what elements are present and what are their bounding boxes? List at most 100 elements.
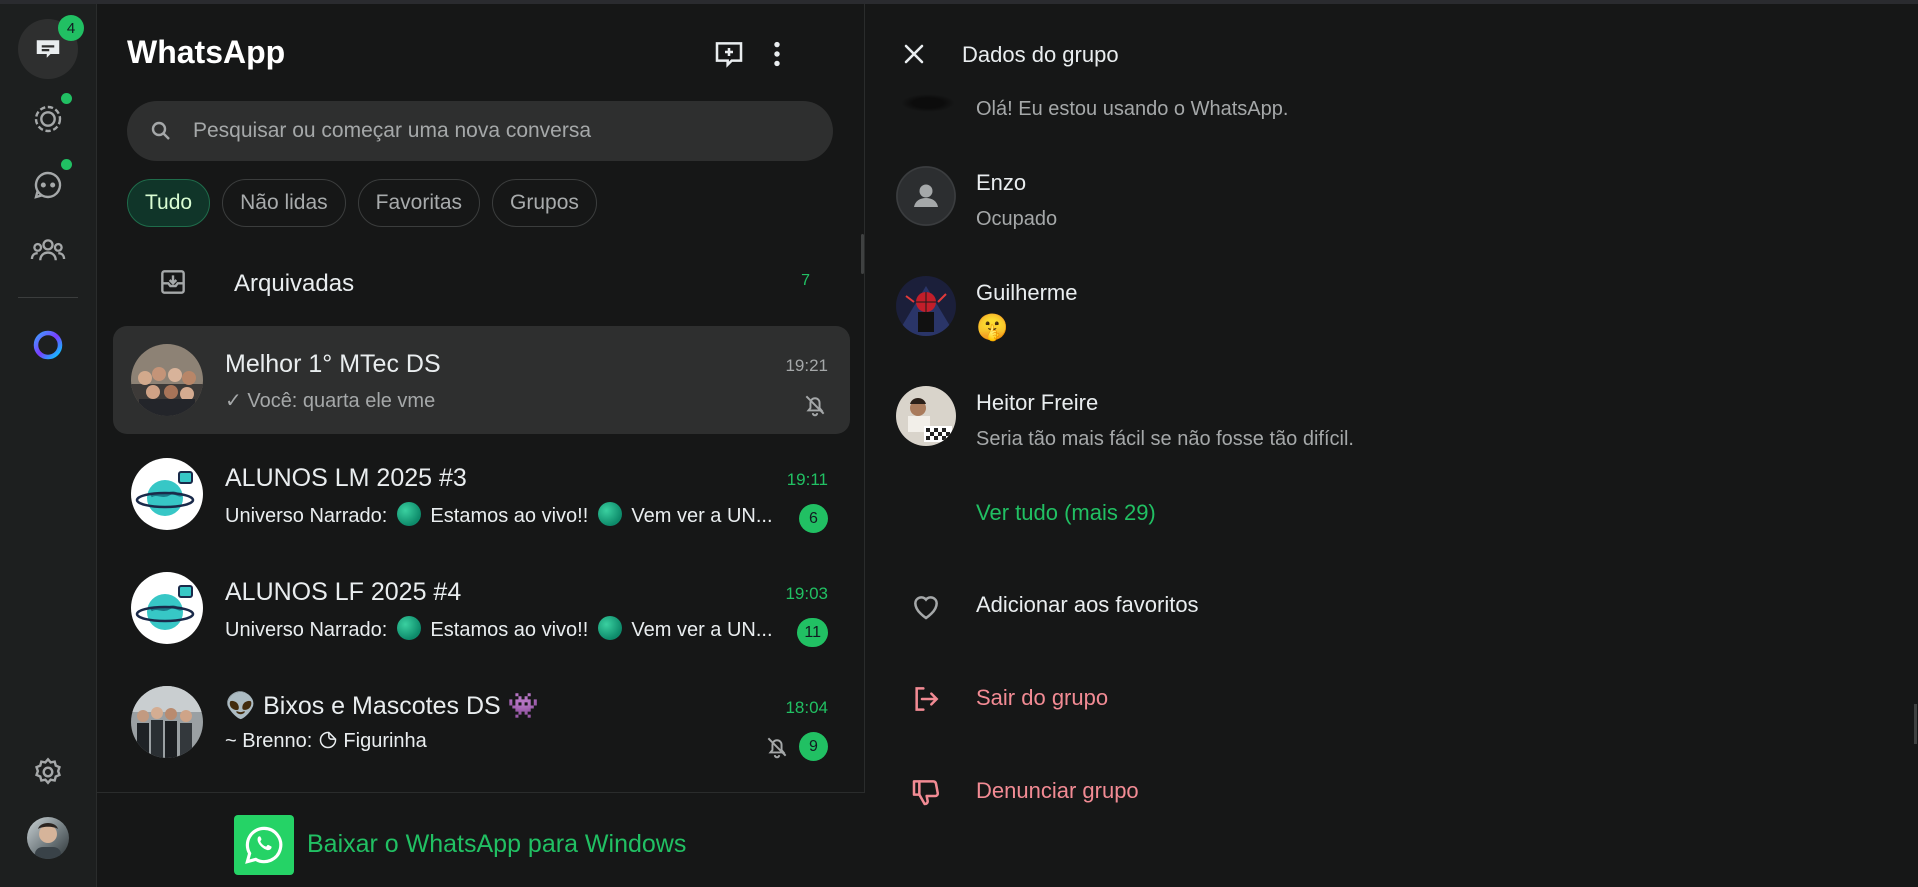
exit-icon (904, 677, 948, 721)
unread-count-badge: 11 (797, 618, 828, 647)
details-scrollbar[interactable] (1914, 704, 1917, 744)
search-bar[interactable] (127, 101, 833, 161)
navigation-rail: 4 (0, 4, 97, 887)
download-app-banner[interactable]: Baixar o WhatsApp para Windows (97, 792, 865, 887)
menu-button[interactable] (757, 34, 797, 74)
chat-name: 👽 Bixos e Mascotes DS 👾 (225, 692, 539, 720)
close-button[interactable] (894, 34, 934, 74)
green-circle-emoji (396, 502, 421, 526)
filter-chip-groups[interactable]: Grupos (492, 179, 597, 227)
chat-preview-text: Figurinha (343, 730, 427, 752)
preview-part-a: Estamos ao vivo!! (430, 505, 589, 527)
preview-part-b: Vem ver a UN... (631, 619, 773, 641)
archived-label: Arquivadas (234, 270, 355, 297)
preview-sender: ~ Brenno: (225, 730, 313, 752)
archived-row[interactable]: Arquivadas 7 (97, 248, 865, 320)
chat-row-alunos-lf-2025[interactable]: ALUNOS LF 2025 #4 19:03 Universo Narrado… (113, 554, 850, 662)
sent-check-icon: ✓ (225, 390, 242, 412)
archive-icon (157, 266, 189, 303)
preview-part-a: Estamos ao vivo!! (430, 619, 589, 641)
whatsapp-logo-icon (234, 815, 294, 875)
alien-emoji: 👽 (225, 692, 257, 720)
status-new-dot (61, 93, 72, 104)
member-row-heitor-freire[interactable]: Heitor Freire Seria tão mais fácil se nã… (866, 386, 1918, 486)
green-circle-emoji (396, 616, 421, 640)
channels-new-dot (61, 159, 72, 170)
chats-icon (36, 40, 60, 58)
action-label: Denunciar grupo (976, 778, 1139, 803)
rail-separator (18, 297, 78, 298)
rail-status-button[interactable] (18, 89, 78, 149)
close-icon (904, 44, 924, 64)
status-icon (34, 105, 62, 133)
add-to-favorites-action[interactable]: Adicionar aos favoritos (866, 576, 1918, 636)
chat-list-panel: WhatsApp Tudo Não lidas Favoritas Grupos… (97, 4, 865, 887)
chat-preview: Universo Narrado: Estamos ao vivo!! Vem … (225, 616, 785, 642)
sticker-icon (319, 731, 337, 749)
communities-icon (30, 239, 66, 261)
muted-icon (764, 734, 790, 765)
new-chat-button[interactable] (709, 34, 749, 74)
member-avatar (896, 276, 956, 336)
download-app-label[interactable]: Baixar o WhatsApp para Windows (307, 830, 686, 859)
profile-avatar[interactable] (27, 817, 69, 859)
archived-count: 7 (801, 272, 810, 289)
preview-part-b: Vem ver a UN... (631, 505, 773, 527)
member-status: Olá! Eu estou usando o WhatsApp. (976, 98, 1289, 120)
group-avatar (131, 572, 203, 644)
unread-chats-badge: 4 (58, 15, 84, 41)
member-row-guilherme[interactable]: Guilherme 🤫 (866, 276, 1918, 376)
meta-ai-icon (33, 330, 63, 360)
action-label: Adicionar aos favoritos (976, 592, 1199, 617)
group-avatar (131, 458, 203, 530)
leave-group-action[interactable]: Sair do grupo (866, 669, 1918, 729)
panel-title: Dados do grupo (962, 42, 1119, 67)
chat-name: Melhor 1° MTec DS (225, 350, 441, 378)
member-name: Heitor Freire (976, 390, 1099, 415)
rail-communities-button[interactable] (18, 220, 78, 280)
app-title: WhatsApp (127, 34, 286, 70)
chat-preview-text: Você: quarta ele vme (247, 390, 436, 412)
muted-icon (802, 392, 828, 423)
person-icon (896, 166, 956, 226)
member-avatar (896, 386, 956, 446)
chat-row-alunos-lm-2025[interactable]: ALUNOS LM 2025 #3 19:11 Universo Narrado… (113, 440, 850, 548)
filter-chip-unread[interactable]: Não lidas (222, 179, 346, 227)
chat-time: 19:21 (785, 356, 828, 375)
green-circle-emoji (597, 616, 622, 640)
member-avatar-partial (901, 94, 955, 112)
thumbs-down-icon (904, 770, 948, 814)
action-label: Sair do grupo (976, 685, 1109, 710)
channels-icon (34, 171, 62, 199)
member-status: Ocupado (976, 208, 1058, 230)
rail-meta-ai-button[interactable] (18, 315, 78, 375)
new-chat-icon (715, 42, 743, 68)
search-input[interactable] (193, 119, 793, 143)
group-info-panel: Dados do grupo Olá! Eu estou usando o Wh… (866, 4, 1918, 887)
filter-chip-favorites[interactable]: Favoritas (357, 179, 481, 227)
rail-chats-button[interactable]: 4 (18, 15, 84, 79)
chat-name: ALUNOS LM 2025 #3 (225, 464, 467, 492)
chat-row-bixos-e-mascotes-ds[interactable]: 👽 Bixos e Mascotes DS 👾 18:04 ~ Brenno: … (113, 668, 850, 776)
report-group-action[interactable]: Denunciar grupo (866, 762, 1918, 822)
chat-row-melhor-mtec-ds[interactable]: Melhor 1° MTec DS 19:21 ✓ Você: quarta e… (113, 326, 850, 434)
unread-count-badge: 9 (799, 732, 828, 761)
member-status: 🤫 (976, 312, 1009, 342)
gear-icon (35, 757, 61, 785)
green-circle-emoji (597, 502, 622, 526)
chat-preview: ~ Brenno: Figurinha (225, 730, 785, 753)
see-all-members-link[interactable]: Ver tudo (mais 29) (976, 500, 1156, 526)
search-icon (151, 121, 170, 140)
rail-channels-button[interactable] (18, 155, 78, 215)
group-avatar (131, 344, 203, 416)
chat-time: 19:11 (786, 470, 828, 489)
member-row-enzo[interactable]: Enzo Ocupado (866, 166, 1918, 266)
unread-count-badge: 6 (799, 504, 828, 533)
preview-sender: Universo Narrado: (225, 619, 388, 641)
rail-settings-button[interactable] (18, 742, 78, 802)
kebab-menu-icon (774, 41, 780, 67)
default-avatar (896, 166, 956, 226)
member-status: Seria tão mais fácil se não fosse tão di… (976, 428, 1354, 450)
preview-sender: Universo Narrado: (225, 505, 388, 527)
filter-chip-all[interactable]: Tudo (127, 179, 211, 227)
